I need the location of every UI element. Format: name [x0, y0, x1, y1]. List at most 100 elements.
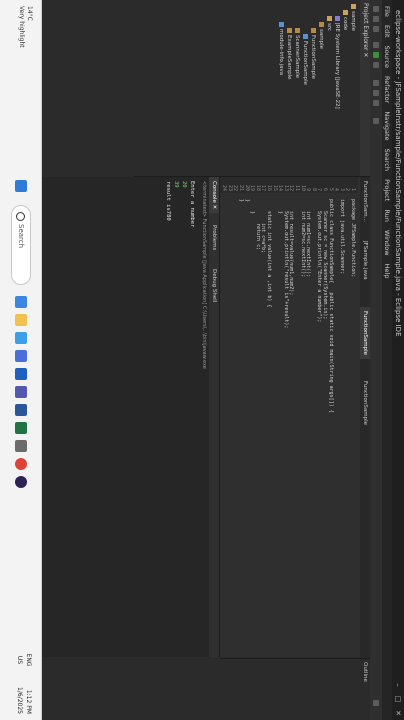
edge-icon[interactable] — [15, 332, 27, 344]
search-icon — [16, 212, 25, 221]
eclipse-icon[interactable] — [15, 476, 27, 488]
code-line[interactable]: System.out.println("result is"+result); — [283, 199, 289, 328]
code-line[interactable]: int result=value(num1,num2); — [288, 199, 294, 295]
console-input-line: 20 — [181, 181, 187, 188]
mail-icon[interactable] — [15, 368, 27, 380]
code-line[interactable]: import java.util.Scanner; — [339, 199, 345, 274]
close-button[interactable]: ✕ — [392, 706, 404, 720]
tree-item[interactable]: ScannerSample — [293, 28, 300, 78]
editor-tab[interactable]: FunctionSam... — [360, 177, 370, 226]
new-java-project-icon[interactable] — [373, 80, 379, 86]
tree-item[interactable]: ExampleSample — [285, 28, 292, 79]
new-package-icon[interactable] — [373, 90, 379, 96]
menu-run[interactable]: Run — [383, 209, 391, 221]
teams-icon[interactable] — [15, 386, 27, 398]
run-icon[interactable] — [373, 52, 379, 58]
line-number-gutter: 1 2 3 4 5 6 7 8 9 10 11 12 13 14 15 16 17 18 19 20 21 22 23 24 — [220, 177, 358, 193]
start-icon[interactable] — [15, 180, 27, 192]
clock-time[interactable]: 1:12 PM — [24, 687, 33, 714]
menu-navigate[interactable]: Navigate — [383, 111, 391, 140]
folder-icon — [351, 4, 356, 9]
tree-item[interactable]: code — [341, 10, 348, 30]
code-editor[interactable]: FunctionSam... JFSample.java FunctionSam… — [220, 177, 370, 657]
tab-problems[interactable]: Problems — [209, 221, 219, 254]
package-icon — [319, 22, 324, 27]
search-icon[interactable] — [373, 118, 379, 124]
chrome-icon[interactable] — [15, 458, 27, 470]
code-line[interactable]: } — [244, 199, 250, 202]
minimize-button[interactable]: – — [392, 678, 404, 692]
code-line[interactable]: int c=a*b; — [260, 199, 266, 253]
line-number: 6 — [322, 187, 328, 191]
console-output-line: result is780 — [165, 181, 171, 221]
code-line[interactable]: } — [249, 199, 255, 214]
word-icon[interactable] — [15, 404, 27, 416]
weather-widget[interactable]: 14°C Very highlight — [17, 6, 33, 48]
line-number: 8 — [310, 187, 317, 191]
editor-tab-active[interactable]: FunctionSample — [360, 307, 370, 360]
settings-icon[interactable] — [15, 440, 27, 452]
window-title: eclipse-workspace - JFSampleInstr/sample… — [394, 10, 402, 337]
code-line[interactable]: Scanner sc = new Scanner(System.in); — [322, 199, 328, 319]
external-tools-icon[interactable] — [373, 62, 379, 68]
tree-item[interactable]: module-info.java — [277, 22, 284, 75]
code-line[interactable]: int num1=sc.nextInt(); — [305, 199, 311, 277]
new-icon[interactable] — [373, 6, 379, 12]
code-line[interactable]: System.out.println("Enter a number"); — [316, 199, 322, 322]
tree-item[interactable]: FunctionSample — [309, 28, 316, 79]
tree-item[interactable]: FunctionSample — [301, 34, 308, 85]
line-number: 23 — [226, 184, 233, 191]
menu-file[interactable]: File — [383, 6, 391, 17]
tree-item[interactable]: JRE System Library [JavaSE-22] — [333, 16, 340, 109]
taskbar-search[interactable]: Search — [11, 205, 31, 285]
language-indicator[interactable]: ENG US — [15, 652, 33, 668]
tab-console[interactable]: Console ✕ — [209, 177, 219, 214]
outline-title[interactable]: Outline — [362, 662, 368, 682]
line-number: 4 — [333, 187, 340, 191]
clock-date[interactable]: 1/6/2025 — [15, 687, 24, 714]
tree-item[interactable]: sample — [349, 4, 356, 31]
menu-source[interactable]: Source — [383, 46, 391, 68]
menu-search[interactable]: Search — [383, 149, 391, 171]
menu-edit[interactable]: Edit — [383, 25, 391, 38]
store-icon[interactable] — [15, 350, 27, 362]
line-number: 17 — [260, 184, 267, 191]
line-number: 7 — [316, 187, 323, 191]
line-number: 10 — [299, 184, 306, 191]
line-number: 14 — [277, 184, 284, 191]
line-number: 12 — [288, 184, 295, 191]
code-line[interactable]: return c; — [255, 199, 261, 250]
menu-refactor[interactable]: Refactor — [383, 76, 391, 103]
file-explorer-icon[interactable] — [15, 314, 27, 326]
save-icon[interactable] — [373, 16, 379, 22]
menu-bar: File Edit Source Refactor Navigate Searc… — [382, 0, 392, 720]
project-explorer-tab[interactable]: Project Explorer ✕ — [360, 0, 370, 176]
code-line[interactable]: } — [238, 199, 244, 202]
menu-window[interactable]: Window — [383, 230, 391, 256]
excel-icon[interactable] — [15, 422, 27, 434]
editor-tab[interactable]: JFSample.java — [360, 237, 370, 284]
weather-temp: 14°C — [26, 6, 33, 21]
line-number: 20 — [243, 184, 250, 191]
maximize-button[interactable]: □ — [392, 692, 404, 706]
widgets-icon[interactable] — [15, 296, 27, 308]
tree-item[interactable]: src — [325, 16, 332, 31]
editor-tab[interactable]: FunctionSample — [360, 377, 370, 429]
code-line[interactable]: public class FunctionSample{ public stat… — [328, 199, 334, 413]
tree-item[interactable]: sample — [317, 22, 324, 49]
tab-debug-shell[interactable]: Debug Shell — [209, 265, 219, 306]
line-number: 3 — [338, 187, 345, 191]
title-bar: eclipse-workspace - JFSampleInstr/sample… — [392, 0, 404, 720]
java-file-icon — [303, 34, 308, 39]
menu-project[interactable]: Project — [383, 179, 391, 201]
code-line[interactable]: package JFSample.Function; — [350, 199, 356, 277]
new-class-icon[interactable] — [373, 100, 379, 106]
code-line[interactable]: } — [277, 199, 283, 214]
code-line[interactable]: static int value(int a ,int b) { — [266, 199, 272, 307]
console-launch-path: <terminated> FunctionSample [Java Applic… — [201, 181, 207, 369]
code-line[interactable]: int num2=sc.nextInt(); — [300, 199, 306, 277]
debug-icon[interactable] — [373, 42, 379, 48]
menu-help[interactable]: Help — [383, 264, 391, 279]
perspective-icon[interactable] — [373, 700, 379, 706]
print-icon[interactable] — [373, 26, 379, 32]
